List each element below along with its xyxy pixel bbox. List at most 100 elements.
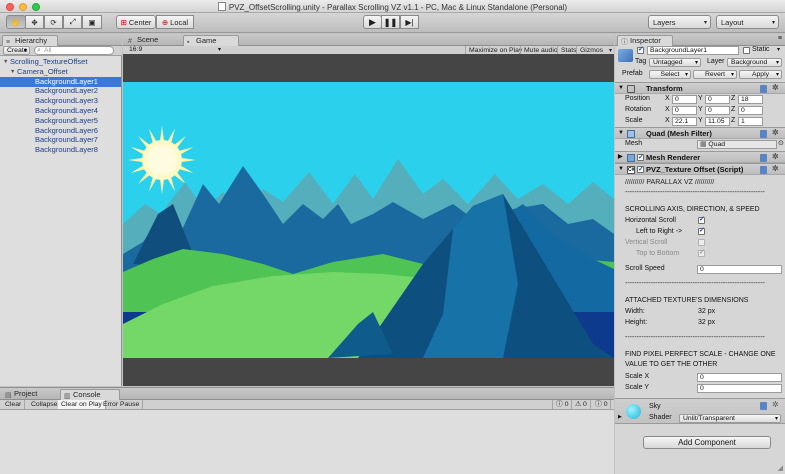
hierarchy-item[interactable]: BackgroundLayer3 — [0, 96, 121, 106]
info-filter-toggle[interactable]: ⓘ 0 — [552, 400, 573, 409]
step-button[interactable]: ▶| — [400, 15, 419, 29]
scale-y-input[interactable]: 0 — [697, 384, 782, 393]
expand-arrow-icon[interactable]: ▼ — [3, 57, 8, 67]
material-preview-icon — [626, 404, 641, 419]
scroll-speed-input[interactable]: 0 — [697, 265, 782, 274]
script-banner: ////////// PARALLAX VZ ////////// — [625, 179, 715, 186]
add-component-button[interactable]: Add Component — [643, 436, 771, 449]
static-checkbox[interactable] — [743, 47, 750, 54]
layers-dropdown[interactable]: Layers ▾ — [648, 15, 711, 29]
transform-z-input[interactable]: 0 — [738, 106, 763, 115]
hierarchy-search-input[interactable]: ⌕ All — [34, 46, 114, 55]
tab-project[interactable]: ▤ Project — [2, 389, 58, 400]
axis-x-label: X — [665, 95, 670, 102]
tab-console[interactable]: ▥ Console — [60, 389, 120, 400]
pause-button[interactable]: ❚❚ — [381, 15, 400, 29]
transform-x-input[interactable]: 0 — [672, 106, 697, 115]
collapse-toggle[interactable]: Collapse — [28, 400, 62, 409]
horizontal-scroll-checkbox[interactable] — [698, 215, 705, 224]
transform-z-input[interactable]: 1 — [738, 117, 763, 126]
hierarchy-item[interactable]: BackgroundLayer5 — [0, 116, 121, 126]
panel-menu-icon[interactable]: ≡ — [778, 35, 782, 42]
gear-icon[interactable]: ✲ — [772, 153, 780, 161]
gear-icon[interactable]: ✲ — [772, 84, 780, 92]
hand-icon: ✋ — [11, 17, 21, 27]
space-local-button[interactable]: ⊕ Local — [156, 15, 194, 29]
help-book-icon[interactable] — [760, 402, 767, 410]
prefab-apply-button[interactable]: Apply — [739, 70, 782, 79]
object-name-field[interactable]: BackgroundLayer1 — [647, 46, 739, 55]
vertical-scroll-checkbox[interactable] — [698, 239, 705, 246]
transform-x-input[interactable]: 0 — [672, 95, 697, 104]
hierarchy-item[interactable]: BackgroundLayer7 — [0, 135, 121, 145]
gear-icon[interactable]: ✲ — [772, 129, 780, 137]
help-book-icon[interactable] — [760, 85, 767, 93]
hierarchy-item[interactable]: ▼ Camera_Offset — [0, 67, 121, 77]
horizontal-scroll-label: Horizontal Scroll — [625, 217, 676, 224]
rect-tool-button[interactable]: ▣ — [82, 15, 102, 29]
hierarchy-item[interactable]: BackgroundLayer8 — [0, 145, 121, 155]
hierarchy-item[interactable]: BackgroundLayer2 — [0, 86, 121, 96]
layout-dropdown[interactable]: Layout ▾ — [716, 15, 779, 29]
warning-filter-toggle[interactable]: ⚠ 0 — [572, 400, 591, 409]
chevron-down-icon[interactable]: ▾ — [777, 46, 780, 53]
tab-inspector[interactable]: ⓘ Inspector — [617, 35, 673, 46]
prefab-revert-button[interactable]: Revert — [693, 70, 737, 79]
rect-icon: ▣ — [88, 17, 96, 27]
help-book-icon[interactable] — [760, 166, 767, 174]
prefab-select-button[interactable]: Select — [649, 70, 691, 79]
tab-game[interactable]: ▪ Game — [183, 35, 239, 46]
transform-value: 18 — [741, 96, 749, 103]
script-header[interactable]: ▼ C# PVZ_Texture Offset (Script) ✲ — [615, 163, 785, 175]
document-icon — [217, 2, 226, 11]
axis-y-label: Y — [698, 95, 703, 102]
error-filter-toggle[interactable]: ⓘ 0 — [592, 400, 612, 409]
scale-x-input[interactable]: 0 — [697, 373, 782, 382]
expand-arrow-icon[interactable]: ▼ — [10, 67, 15, 77]
transform-value: 11.05 — [708, 118, 725, 125]
gear-icon[interactable]: ✲ — [772, 165, 780, 173]
script-enabled-checkbox[interactable] — [637, 164, 644, 175]
transform-header[interactable]: ▼ Transform ✲ — [615, 82, 785, 94]
mesh-renderer-header[interactable]: ▶ Mesh Renderer ✲ — [615, 151, 785, 163]
tab-hierarchy[interactable]: ≡ Hierarchy — [2, 35, 58, 46]
info-icon: ⓘ — [621, 39, 628, 46]
play-button[interactable]: ▶ — [363, 15, 382, 29]
static-label: Static — [752, 46, 770, 53]
tag-dropdown[interactable]: Untagged — [649, 58, 701, 67]
gear-icon[interactable]: ✲ — [772, 401, 780, 409]
transform-y-input[interactable]: 0 — [705, 95, 730, 104]
transform-z-input[interactable]: 18 — [738, 95, 763, 104]
rotate-tool-button[interactable]: ⟳ — [44, 15, 63, 29]
mesh-object-field[interactable]: ▦ Quad — [697, 140, 777, 149]
transform-y-input[interactable]: 0 — [705, 106, 730, 115]
mesh-renderer-enabled-checkbox[interactable] — [637, 152, 644, 163]
scale-tool-button[interactable]: ⤢ — [63, 15, 82, 29]
clear-button[interactable]: Clear — [2, 400, 26, 409]
tab-scene[interactable]: # Scene — [125, 35, 181, 46]
transform-x-input[interactable]: 22.1 — [672, 117, 697, 126]
help-book-icon[interactable] — [760, 154, 767, 162]
move-tool-button[interactable]: ✥ — [25, 15, 44, 29]
hand-tool-button[interactable]: ✋ — [6, 15, 26, 29]
pivot-center-button[interactable]: ⊞ Center — [116, 15, 156, 29]
clear-on-play-toggle[interactable]: Clear on Play — [58, 400, 106, 409]
transform-y-input[interactable]: 11.05 — [705, 117, 730, 126]
help-book-icon[interactable] — [760, 130, 767, 138]
width-value: 32 px — [698, 308, 716, 315]
error-pause-toggle[interactable]: Error Pause — [100, 400, 144, 409]
create-dropdown[interactable]: Create — [3, 46, 30, 55]
resize-grip-icon[interactable]: ◢ — [778, 464, 783, 472]
hierarchy-item[interactable]: BackgroundLayer6 — [0, 126, 121, 136]
layer-dropdown[interactable]: Background — [727, 58, 782, 67]
hierarchy-item[interactable]: BackgroundLayer1 — [0, 76, 121, 87]
hierarchy-item[interactable]: ▼ Scrolling_TextureOffset — [0, 57, 121, 67]
hierarchy-item[interactable]: BackgroundLayer4 — [0, 106, 121, 116]
object-picker-icon[interactable]: ⊙ — [778, 139, 784, 147]
console-tabs: ▤ Project ▥ Console — [0, 388, 614, 400]
mesh-filter-header[interactable]: ▼ Quad (Mesh Filter) ✲ — [615, 127, 785, 139]
left-to-right-checkbox[interactable] — [698, 226, 705, 235]
active-checkbox[interactable] — [637, 45, 644, 54]
top-to-bottom-checkbox[interactable] — [698, 248, 705, 257]
shader-dropdown[interactable]: Unlit/Transparent — [679, 414, 781, 423]
